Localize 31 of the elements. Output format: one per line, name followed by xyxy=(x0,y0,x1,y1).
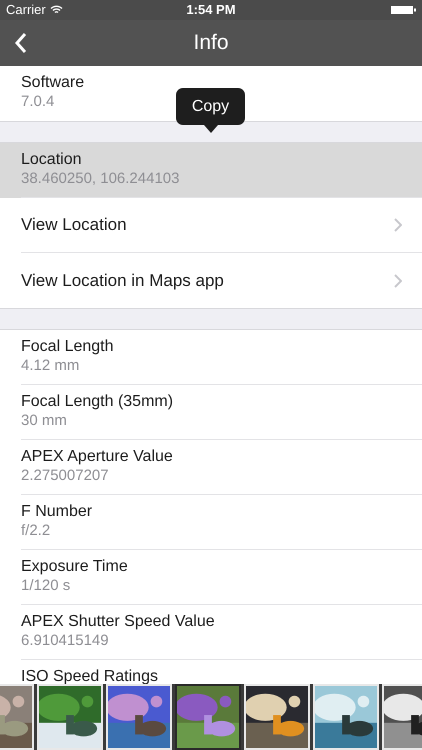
carrier-label: Carrier xyxy=(6,1,46,20)
row-label: APEX Shutter Speed Value xyxy=(21,612,215,631)
row-label: View Location xyxy=(21,214,128,236)
copy-tooltip[interactable]: Copy xyxy=(176,88,245,125)
battery-icon xyxy=(391,5,416,15)
row-label: ISO Speed Ratings xyxy=(21,667,158,684)
status-time: 1:54 PM xyxy=(186,1,236,20)
row-value: 2.275007207 xyxy=(21,466,110,485)
nav-title: Info xyxy=(193,30,229,56)
row-label: Exposure Time xyxy=(21,557,128,576)
row-label: Location xyxy=(21,150,82,169)
thumbnail[interactable] xyxy=(175,684,241,750)
table-row[interactable]: Location 38.460250, 106.244103 xyxy=(0,143,422,198)
chevron-icon xyxy=(394,274,402,288)
wifi-icon xyxy=(50,5,63,15)
row-value: 38.460250, 106.244103 xyxy=(21,169,180,188)
row-value: 30 mm xyxy=(21,411,68,430)
row-label: View Location in Maps app xyxy=(21,270,225,292)
chevron-icon xyxy=(394,218,402,232)
tooltip-arrow-icon xyxy=(204,125,218,133)
row-label: Focal Length xyxy=(21,337,114,356)
row-value: 7.0.4 xyxy=(21,92,56,111)
row-label: APEX Aperture Value xyxy=(21,447,173,466)
back-icon xyxy=(14,32,26,54)
row-label: Focal Length (35mm) xyxy=(21,392,174,411)
row-label: Software xyxy=(21,73,84,92)
row-value: 4.12 mm xyxy=(21,356,80,375)
row-value: 1/120 s xyxy=(21,576,72,595)
row-value: 6.910415149 xyxy=(21,631,110,650)
row-value: f/2.2 xyxy=(21,521,52,540)
row-label: F Number xyxy=(21,502,92,521)
